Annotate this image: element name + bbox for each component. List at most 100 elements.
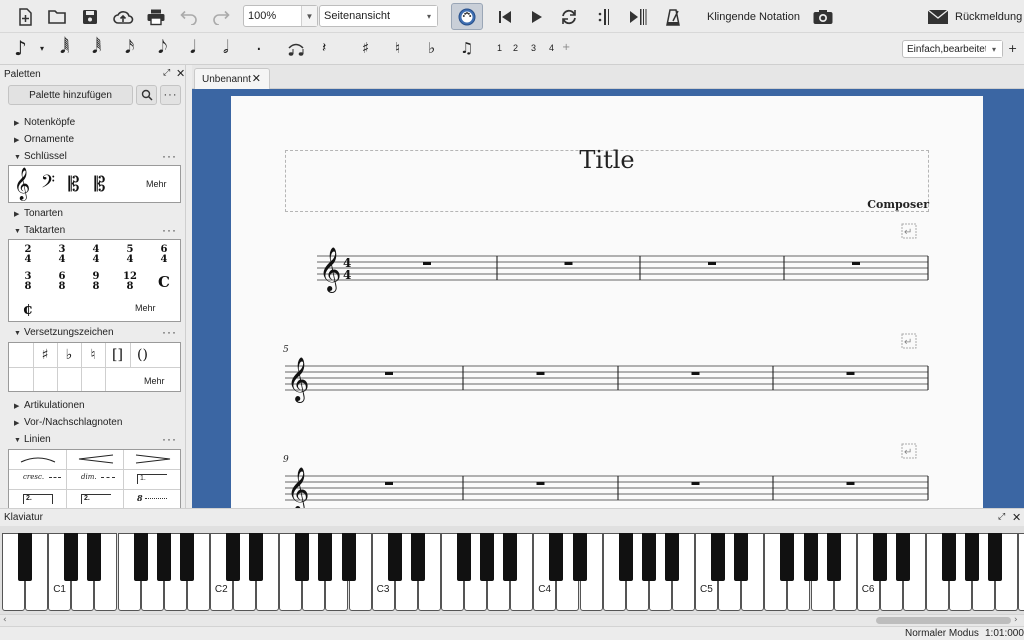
more-accidentals-button[interactable]: Mehr <box>144 376 165 386</box>
note-input-mode-icon[interactable]: ♪ <box>14 38 27 58</box>
scrollbar-thumb[interactable] <box>876 617 1011 624</box>
tie-icon[interactable] <box>283 36 309 62</box>
duration-quarter-icon[interactable]: 𝅘𝅥 <box>190 39 196 57</box>
dim-line-icon[interactable]: dim. <box>81 473 97 481</box>
tenor-clef-icon[interactable]: 𝄡 <box>87 168 113 200</box>
flat-icon[interactable]: ♭ <box>428 41 435 56</box>
black-key[interactable] <box>410 533 425 581</box>
black-key[interactable] <box>549 533 564 581</box>
black-key[interactable] <box>480 533 495 581</box>
whole-rest[interactable] <box>852 262 860 265</box>
scroll-right-icon[interactable]: › <box>1014 616 1018 625</box>
bracket-accidental-icon[interactable]: [] <box>105 343 130 367</box>
close-icon[interactable]: ✕ <box>1012 512 1021 523</box>
black-key[interactable] <box>87 533 102 581</box>
rest-icon[interactable]: 𝄽 <box>322 41 326 55</box>
black-key[interactable] <box>387 533 402 581</box>
open-folder-icon[interactable] <box>44 4 70 30</box>
rewind-icon[interactable] <box>492 4 518 30</box>
duration-32nd-icon[interactable]: 𝅘𝅥𝅱 <box>92 39 101 57</box>
crescendo-hairpin-icon[interactable] <box>77 454 115 464</box>
voice-1-button[interactable]: 1 <box>497 43 502 53</box>
volta-2-open-icon[interactable]: 2. <box>81 494 111 504</box>
section-ornaments[interactable]: ▶ Ornamente <box>14 134 74 145</box>
duration-16th-icon[interactable]: 𝅘𝅥𝅯 <box>125 39 134 57</box>
volta-1-icon[interactable]: 1. <box>137 474 167 484</box>
natural-icon[interactable]: ♮ <box>81 343 105 367</box>
section-accidentals[interactable]: ▼ Versetzungszeichen <box>14 327 114 338</box>
timesig-cell[interactable]: 34 <box>45 241 79 268</box>
print-icon[interactable] <box>143 4 169 30</box>
volta-2-icon[interactable]: 2. <box>23 494 53 504</box>
slur-icon[interactable] <box>19 454 57 464</box>
timesig-cell[interactable]: 44 <box>79 241 113 268</box>
bass-clef-icon[interactable]: 𝄢 <box>35 168 61 200</box>
loop-in-icon[interactable] <box>592 4 618 30</box>
new-file-icon[interactable] <box>12 4 38 30</box>
voice-2-button[interactable]: 2 <box>513 43 518 53</box>
duration-half-icon[interactable]: 𝅗𝅥 <box>223 39 229 57</box>
score-canvas[interactable]: Title Composer 𝄞 4 4 ↵ 𝄞 ↵ 𝄞 ↵ 5 9 <box>192 89 1024 508</box>
alto-clef-icon[interactable]: 𝄡 <box>61 168 87 200</box>
cloud-upload-icon[interactable] <box>110 4 136 30</box>
whole-rest[interactable] <box>708 262 716 265</box>
black-key[interactable] <box>64 533 79 581</box>
black-key[interactable] <box>734 533 749 581</box>
black-key[interactable] <box>133 533 148 581</box>
timesig-cell[interactable]: C <box>147 268 181 295</box>
keyboard-scrollbar[interactable]: ‹ › <box>0 614 1024 626</box>
parenthesis-accidental-icon[interactable]: () <box>130 343 155 367</box>
black-key[interactable] <box>965 533 980 581</box>
black-key[interactable] <box>872 533 887 581</box>
timesig-cell[interactable]: 54 <box>113 241 147 268</box>
black-key[interactable] <box>664 533 679 581</box>
section-menu-icon[interactable]: ··· <box>162 432 177 446</box>
cresc-line-icon[interactable]: cresc. <box>23 473 44 481</box>
whole-rest[interactable] <box>846 372 855 375</box>
close-tab-icon[interactable]: ✕ <box>252 72 261 85</box>
black-key[interactable] <box>988 533 1003 581</box>
section-keysigs[interactable]: ▶ Tonarten <box>14 208 63 219</box>
black-key[interactable] <box>156 533 171 581</box>
sharp-icon[interactable]: ♯ <box>362 41 369 56</box>
timesig-cell[interactable]: 68 <box>45 268 79 295</box>
more-timesigs-button[interactable]: Mehr <box>135 303 156 313</box>
add-palette-button[interactable]: Palette hinzufügen <box>8 85 133 105</box>
timesig-cell[interactable]: 24 <box>11 241 45 268</box>
black-key[interactable] <box>457 533 471 581</box>
add-workspace-icon[interactable]: + <box>1008 43 1017 54</box>
whole-rest[interactable] <box>564 262 573 265</box>
flat-icon[interactable]: ♭ <box>57 343 81 367</box>
black-key[interactable] <box>641 533 656 581</box>
save-icon[interactable] <box>77 4 103 30</box>
feedback-button[interactable]: Rückmeldung <box>955 11 1022 23</box>
whole-rest[interactable] <box>385 372 393 375</box>
black-key[interactable] <box>826 533 841 581</box>
augmentation-dot-icon[interactable]: · <box>256 41 262 59</box>
workspace-combo[interactable]: Einfach,bearbeitet ▾ <box>902 40 1003 58</box>
timesig-cell[interactable]: 12 8 <box>113 268 147 295</box>
flip-direction-icon[interactable]: ♫ <box>460 41 473 56</box>
black-key[interactable] <box>18 533 33 581</box>
play-icon[interactable] <box>524 4 550 30</box>
duration-64th-icon[interactable]: 𝅘𝅥𝅲 <box>60 39 69 57</box>
more-clefs-button[interactable]: Mehr <box>146 179 167 189</box>
redo-icon[interactable] <box>208 4 234 30</box>
section-articulations[interactable]: ▶ Artikulationen <box>14 400 85 411</box>
section-grace-notes[interactable]: ▶ Vor-/Nachschlagnoten <box>14 417 122 428</box>
black-key[interactable] <box>942 533 957 581</box>
whole-rest[interactable] <box>691 482 700 485</box>
metronome-icon[interactable] <box>660 4 686 30</box>
whole-rest[interactable] <box>385 482 393 485</box>
black-key[interactable] <box>618 533 633 581</box>
duration-8th-icon[interactable]: 𝅘𝅥𝅮 <box>158 39 167 57</box>
black-key[interactable] <box>295 533 310 581</box>
undock-icon[interactable]: ⤢ <box>998 513 1005 522</box>
plus-icon[interactable]: + <box>562 43 570 53</box>
chevron-down-icon[interactable]: ▾ <box>40 45 44 53</box>
section-menu-icon[interactable]: ··· <box>162 149 177 163</box>
ottava-icon[interactable]: 8 <box>137 493 143 503</box>
whole-rest[interactable] <box>536 372 545 375</box>
whole-rest[interactable] <box>846 482 855 485</box>
black-key[interactable] <box>572 533 587 581</box>
